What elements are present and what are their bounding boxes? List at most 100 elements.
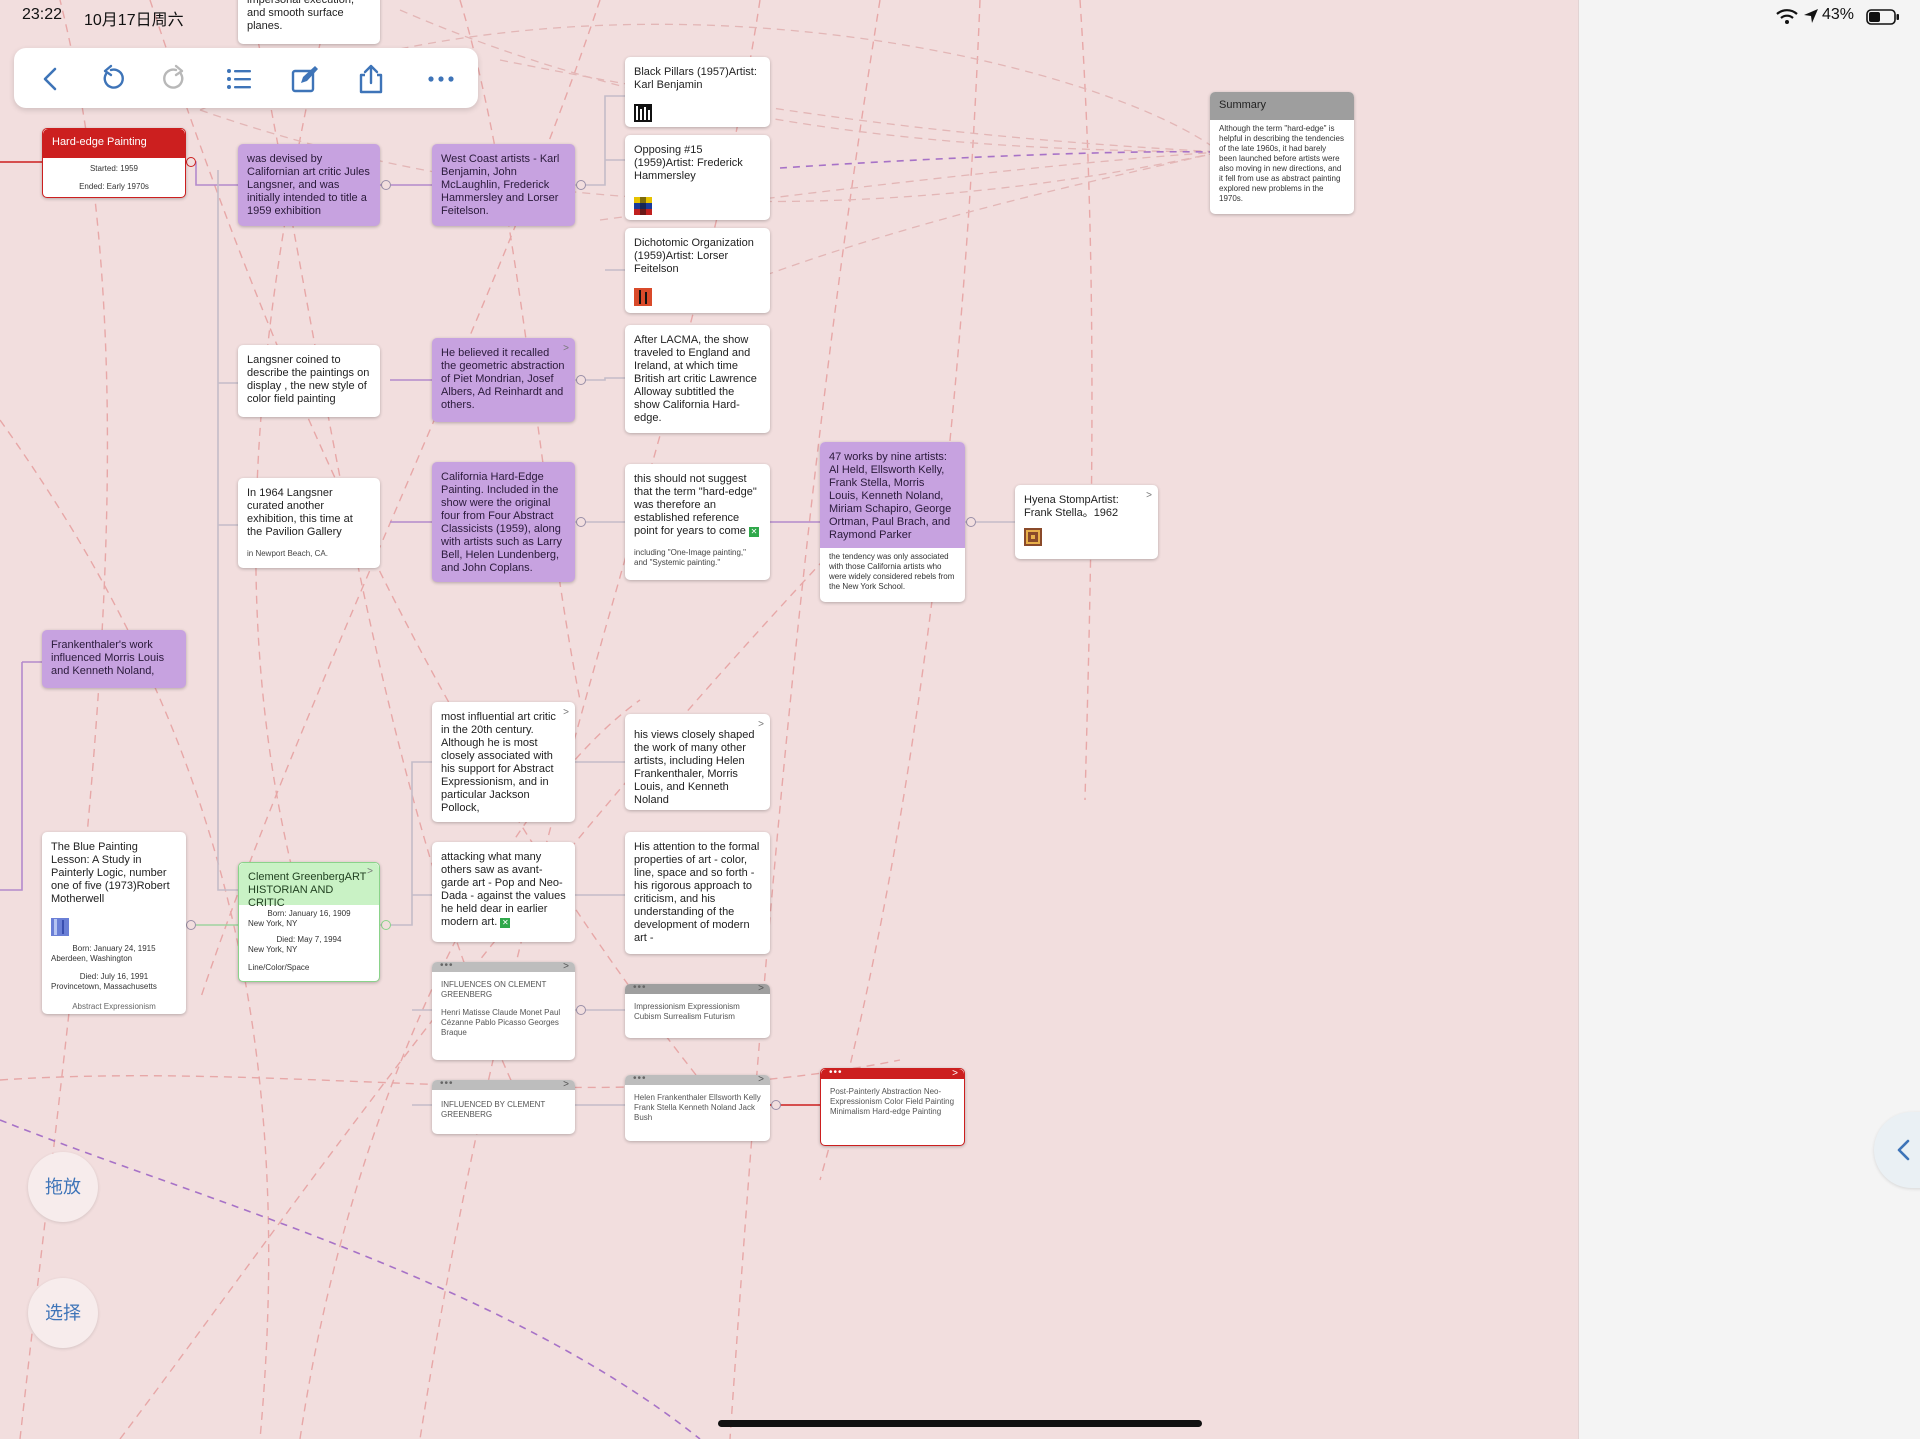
node-langsner-coined[interactable]: Langsner coined to describe the painting… <box>238 345 380 417</box>
node-text: impersonal execution, and smooth surface… <box>247 0 355 32</box>
node-hyena-stomp[interactable]: > Hyena StompArtist: Frank Stella。1962 <box>1015 485 1158 559</box>
expand-arrow-icon[interactable]: > <box>563 342 569 355</box>
node-title: Summary <box>1210 92 1354 120</box>
node-caption: in Newport Beach, CA. <box>247 549 328 558</box>
expand-arrow-icon[interactable]: > <box>563 706 569 719</box>
expand-arrow-icon[interactable]: > <box>758 982 764 995</box>
collapse-dot[interactable] <box>771 1100 781 1110</box>
node-most-influential[interactable]: > most influential art critic in the 20t… <box>432 702 575 822</box>
node-influenced-by[interactable]: ••• > INFLUENCED BY CLEMENT GREENBERG <box>432 1077 575 1134</box>
node-text: Dichotomic Organization (1959)Artist: Lo… <box>634 237 754 275</box>
wifi-icon <box>1776 9 1798 24</box>
node-header: ••• > <box>625 1072 770 1086</box>
expand-arrow-icon[interactable]: > <box>563 960 569 973</box>
more-dots-icon[interactable]: ••• <box>829 1066 843 1079</box>
connector-lines <box>0 0 1221 1439</box>
more-icon[interactable] <box>426 64 456 94</box>
node-text: was devised by Californian art critic Ju… <box>247 153 370 217</box>
expand-arrow-icon[interactable]: > <box>1146 489 1152 502</box>
node-attention[interactable]: His attention to the formal properties o… <box>625 832 770 954</box>
node-caption: the tendency was only associated with th… <box>829 552 955 591</box>
expand-arrow-icon[interactable]: > <box>758 718 764 731</box>
collapse-dot[interactable] <box>576 180 586 190</box>
node-clement-greenberg[interactable]: Clement GreenbergART HISTORIAN AND CRITI… <box>238 862 380 982</box>
node-born: Born: January 24, 1915 <box>72 944 156 953</box>
more-dots-icon[interactable]: ••• <box>633 981 647 994</box>
node-summary[interactable]: Summary Although the term "hard-edge" is… <box>1210 92 1354 214</box>
node-header: ••• > <box>432 1077 575 1091</box>
node-died: Died: May 7, 1994 <box>276 935 342 944</box>
mindmap-canvas[interactable]: impersonal execution, and smooth surface… <box>0 0 1578 1439</box>
collapse-dot[interactable] <box>966 517 976 527</box>
artwork-thumbnail-icon <box>634 197 652 215</box>
node-partial-top[interactable]: impersonal execution, and smooth surface… <box>238 0 380 44</box>
node-west-coast[interactable]: West Coast artists - Karl Benjamin, John… <box>432 144 575 226</box>
artwork-thumbnail-icon <box>1024 528 1042 546</box>
node-tag: Abstract Expressionism <box>72 1002 156 1011</box>
node-text: attacking what many others saw as avant-… <box>441 851 566 928</box>
share-icon[interactable] <box>356 64 386 94</box>
node-text: Although the term "hard-edge" is helpful… <box>1219 124 1344 203</box>
collapse-dot[interactable] <box>381 920 391 930</box>
node-recalled[interactable]: > He believed it recalled the geometric … <box>432 338 575 422</box>
more-dots-icon[interactable]: ••• <box>440 959 454 972</box>
node-after-lacma[interactable]: After LACMA, the show traveled to Englan… <box>625 325 770 433</box>
node-helen[interactable]: ••• > Helen Frankenthaler Ellsworth Kelly… <box>625 1072 770 1141</box>
more-dots-icon[interactable]: ••• <box>440 1077 454 1090</box>
node-dichotomic[interactable]: Dichotomic Organization (1959)Artist: Lo… <box>625 228 770 313</box>
artwork-thumbnail-icon <box>634 104 652 122</box>
node-post-painterly[interactable]: ••• > Post-Painterly Abstraction Neo-Expr… <box>820 1066 965 1146</box>
node-caption: including "One-Image painting," and "Sys… <box>634 548 746 567</box>
node-text: most influential art critic in the 20th … <box>441 711 556 814</box>
edit-icon[interactable] <box>290 64 320 94</box>
node-opposing[interactable]: Opposing #15 (1959)Artist: Frederick Ham… <box>625 135 770 220</box>
undo-icon[interactable] <box>97 64 127 94</box>
node-views[interactable]: > his views closely shaped the work of m… <box>625 714 770 810</box>
expand-arrow-icon[interactable]: > <box>758 1073 764 1086</box>
node-title: Hard-edge Painting <box>43 129 185 158</box>
node-title: INFLUENCES ON CLEMENT GREENBERG <box>441 980 547 999</box>
more-dots-icon[interactable]: ••• <box>633 1072 647 1085</box>
expand-arrow-icon[interactable]: > <box>563 1078 569 1091</box>
node-text: INFLUENCED BY CLEMENT GREENBERG <box>441 1100 546 1119</box>
node-born-place: Aberdeen, Washington <box>51 954 133 963</box>
node-title-text: Clement GreenbergART HISTORIAN AND CRITI… <box>248 871 367 909</box>
redo-icon[interactable] <box>160 64 190 94</box>
back-icon[interactable] <box>36 64 66 94</box>
node-47-works[interactable]: 47 works by nine artists: Al Held, Ellsw… <box>820 442 965 602</box>
location-icon <box>1804 9 1818 23</box>
node-ended: Ended: Early 1970s <box>79 182 149 191</box>
home-indicator[interactable] <box>718 1420 1202 1427</box>
close-box-icon[interactable]: ✕ <box>500 918 511 928</box>
close-box-icon[interactable]: ✕ <box>748 527 759 537</box>
expand-arrow-icon[interactable]: > <box>367 865 373 878</box>
collapse-dot[interactable] <box>576 1005 586 1015</box>
node-devised[interactable]: was devised by Californian art critic Ju… <box>238 144 380 226</box>
node-influences-on[interactable]: ••• > INFLUENCES ON CLEMENT GREENBERG Hen… <box>432 959 575 1060</box>
node-born: Born: January 16, 1909 <box>267 909 351 918</box>
node-black-pillars[interactable]: Black Pillars (1957)Artist: Karl Benjami… <box>625 57 770 127</box>
collapse-dot[interactable] <box>576 375 586 385</box>
collapse-dot[interactable] <box>381 180 391 190</box>
collapse-dot[interactable] <box>186 920 196 930</box>
node-text: In 1964 Langsner curated another exhibit… <box>247 487 353 538</box>
node-died-place: Provincetown, Massachusetts <box>51 982 157 991</box>
node-movements[interactable]: ••• > Impressionism Expressionism Cubism … <box>625 981 770 1038</box>
node-died-place: New York, NY <box>248 945 298 954</box>
collapse-dot[interactable] <box>186 157 196 167</box>
node-text: Frankenthaler's work influenced Morris L… <box>51 639 165 677</box>
node-hard-edge-painting[interactable]: Hard-edge Painting Started: 1959 Ended: … <box>42 128 186 198</box>
node-california[interactable]: California Hard-Edge Painting. Included … <box>432 462 575 582</box>
node-text: Post-Painterly Abstraction Neo-Expressio… <box>830 1087 955 1116</box>
select-button[interactable]: 选择 <box>28 1278 98 1348</box>
drag-button[interactable]: 拖放 <box>28 1152 98 1222</box>
node-attacking[interactable]: attacking what many others saw as avant-… <box>432 842 575 942</box>
collapse-dot[interactable] <box>576 517 586 527</box>
node-frankenthaler[interactable]: Frankenthaler's work influenced Morris L… <box>42 630 186 688</box>
list-icon[interactable] <box>224 64 254 94</box>
node-blue-painting[interactable]: The Blue Painting Lesson: A Study in Pai… <box>42 832 186 1014</box>
expand-arrow-icon[interactable]: > <box>952 1067 958 1080</box>
node-in-1964[interactable]: In 1964 Langsner curated another exhibit… <box>238 478 380 568</box>
node-should-not[interactable]: this should not suggest that the term "h… <box>625 464 770 580</box>
node-text: Helen Frankenthaler Ellsworth Kelly Fran… <box>634 1093 761 1122</box>
